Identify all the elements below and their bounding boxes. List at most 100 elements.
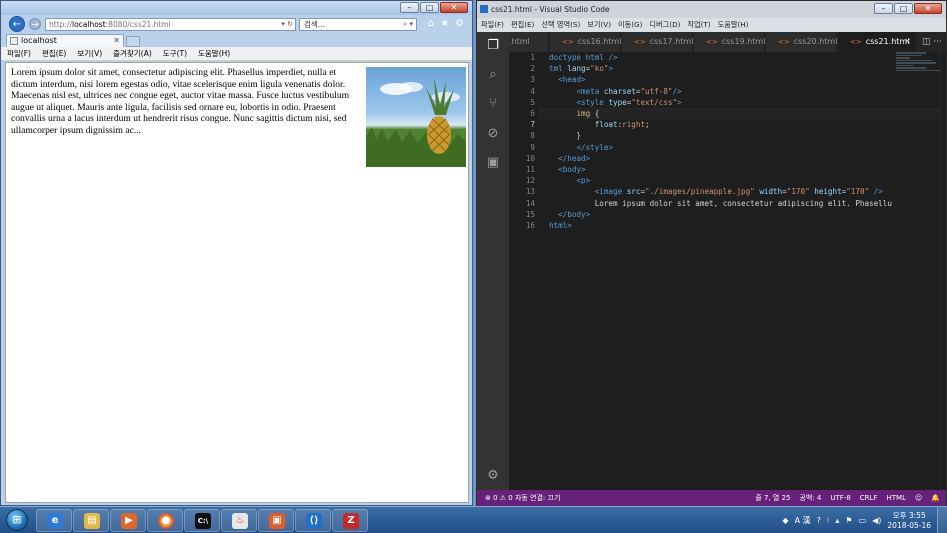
taskbar-chrome-icon[interactable]: ● (147, 509, 183, 532)
address-dropdown-refresh-icon[interactable]: ▾ ↻ (281, 19, 293, 30)
code-editor[interactable]: 1 doctype html /> 2 tml lang="ko"> 3 <head… (509, 52, 946, 490)
search-icon[interactable]: ⌕ (485, 67, 501, 83)
monitor-icon[interactable]: ▭ (859, 516, 867, 525)
vscode-menu-view[interactable]: 보기(V) (587, 18, 611, 32)
split-editor-icon[interactable]: ◫ (922, 37, 931, 47)
taskbar-editor-icon[interactable]: ▣ (258, 509, 294, 532)
taskbar-vscode-icon[interactable]: ⟨⟩ (295, 509, 331, 532)
page-favicon-icon (10, 37, 18, 45)
tab-close-icon[interactable]: ✕ (904, 32, 911, 52)
settings-icon[interactable]: ⁝ (827, 516, 830, 525)
status-language[interactable]: HTML (886, 490, 905, 506)
taskbar-explorer-icon[interactable]: ▤ (73, 509, 109, 532)
clock[interactable]: 오후 3:55 2018-05-16 (887, 511, 931, 531)
code-line: 3 <head> (530, 75, 586, 85)
vscode-app-icon (480, 5, 488, 13)
vscode-close-button[interactable]: ✕ (914, 3, 942, 14)
vscode-window-title: css21.html - Visual Studio Code (491, 5, 610, 14)
search-input[interactable]: 검색... ⌕ ▾ (299, 18, 417, 31)
menu-tools[interactable]: 도구(T) (163, 47, 187, 60)
code-line: 14 Lorem ipsum dolor sit amet, consectet… (525, 198, 892, 208)
system-tray: ◆ A 漢 ? ⁝ ▴ ⚑ ▭ ◀) 오후 3:55 2018-05-16 (782, 507, 931, 533)
tab-localhost[interactable]: localhost ✕ (6, 34, 124, 47)
tab-close-icon[interactable]: ✕ (113, 35, 120, 47)
vscode-minimize-button[interactable]: – (874, 3, 893, 14)
status-encoding[interactable]: UTF-8 (830, 490, 850, 506)
network-icon[interactable]: ◆ (782, 516, 788, 525)
search-icon[interactable]: ⌕ ▾ (403, 19, 413, 30)
vscode-menu-debug[interactable]: 디버그(D) (649, 18, 680, 32)
back-arrow-icon[interactable]: ← (9, 16, 25, 32)
forward-arrow-icon[interactable]: → (29, 18, 41, 30)
ie-navbar: ← → http://localhost:8080/css21.html ▾ ↻… (1, 15, 472, 33)
minimize-button[interactable]: – (400, 2, 419, 13)
ie-titlebar[interactable]: – □ ✕ (1, 1, 472, 15)
feedback-smiley-icon[interactable]: ☺ (915, 490, 922, 506)
ie-window: – □ ✕ ← → http://localhost:8080/css21.ht… (0, 0, 473, 506)
menu-file[interactable]: 파일(F) (7, 47, 31, 60)
vscode-menu-go[interactable]: 이동(G) (618, 18, 642, 32)
address-host: localhost (71, 20, 106, 29)
taskbar-filezilla-icon[interactable]: Z (332, 509, 368, 532)
menu-view[interactable]: 보기(V) (77, 47, 102, 60)
address-prefix: http:// (49, 20, 72, 29)
menu-help[interactable]: 도움말(H) (198, 47, 230, 60)
debug-icon[interactable]: ⊘ (485, 126, 501, 142)
notification-bell-icon[interactable]: 🔔 (931, 490, 940, 506)
close-button[interactable]: ✕ (440, 2, 468, 13)
page-paragraph: Lorem ipsum dolor sit amet, consectetur … (11, 67, 466, 167)
status-indentation[interactable]: 공백: 4 (799, 490, 821, 506)
tab-html[interactable]: .html (509, 32, 549, 52)
status-cursor-position[interactable]: 줄 7, 열 25 (755, 490, 790, 506)
show-desktop-button[interactable] (937, 507, 947, 533)
tab-label: .html (509, 37, 530, 46)
code-line: 11 <body> (525, 165, 586, 174)
status-right-items: 줄 7, 열 25 공백: 4 UTF-8 CRLF HTML ☺ 🔔 (755, 490, 940, 506)
tab-css20[interactable]: <> css20.html (766, 32, 837, 52)
taskbar-media-player-icon[interactable]: ▶ (110, 509, 146, 532)
tab-css16[interactable]: <> css16.html (550, 32, 621, 52)
status-bar: ⊗ 0 ⚠ 0 자동 연결: 끄기 줄 7, 열 25 공백: 4 UTF-8 … (477, 490, 946, 506)
code-line: 4 <meta charset="utf-8"/> (530, 86, 682, 96)
taskbar-java-icon[interactable]: ♨ (221, 509, 257, 532)
tab-css19[interactable]: <> css19.html (694, 32, 765, 52)
page-content: Lorem ipsum dolor sit amet, consectetur … (5, 62, 469, 503)
explorer-files-icon[interactable]: ❐ (485, 38, 501, 54)
menu-favorites[interactable]: 즐겨찾기(A) (113, 47, 152, 60)
tab-label: css20.html (793, 37, 838, 46)
vscode-menu-edit[interactable]: 편집(E) (511, 18, 534, 32)
help-icon[interactable]: ? (817, 516, 821, 525)
source-control-icon[interactable]: ⑂ (485, 96, 501, 112)
menu-edit[interactable]: 편집(E) (42, 47, 66, 60)
minimap[interactable] (896, 52, 944, 78)
start-button[interactable]: ⊞ (6, 509, 28, 531)
extensions-icon[interactable]: ▣ (485, 155, 501, 171)
new-tab-button[interactable] (126, 36, 140, 47)
vscode-menu-file[interactable]: 파일(F) (481, 18, 504, 32)
settings-gear-icon[interactable]: ⚙ (485, 468, 501, 484)
more-actions-icon[interactable]: ··· (933, 37, 942, 47)
taskbar-ie-icon[interactable]: e (36, 509, 72, 532)
maximize-button[interactable]: □ (420, 2, 439, 13)
vscode-menu-help[interactable]: 도움말(H) (718, 18, 749, 32)
taskbar-cmd-icon[interactable]: C:\ (184, 509, 220, 532)
favorites-star-icon[interactable]: ★ (440, 18, 449, 29)
vscode-menu-selection[interactable]: 선택 영역(S) (541, 18, 580, 32)
flag-icon[interactable]: ⚑ (845, 516, 852, 525)
vscode-maximize-button[interactable]: □ (894, 3, 913, 14)
html-file-icon: <> (850, 38, 862, 46)
home-icon[interactable]: ⌂ (428, 18, 434, 29)
tab-css17[interactable]: <> css17.html (622, 32, 693, 52)
tray-expand-icon[interactable]: ▴ (835, 516, 839, 525)
status-problems[interactable]: ⊗ 0 ⚠ 0 자동 연결: 끄기 (485, 490, 560, 506)
volume-icon[interactable]: ◀) (872, 516, 881, 525)
vscode-menu-tasks[interactable]: 작업(T) (687, 18, 710, 32)
address-bar[interactable]: http://localhost:8080/css21.html ▾ ↻ (45, 18, 296, 31)
vscode-titlebar[interactable]: css21.html - Visual Studio Code – □ ✕ (477, 1, 946, 18)
tab-css21[interactable]: <> css21.html ✕ (838, 32, 916, 52)
ime-indicator[interactable]: A 漢 (795, 515, 811, 526)
editor-scrollbar[interactable] (940, 52, 946, 490)
gear-icon[interactable]: ⚙ (455, 18, 464, 29)
activity-bar: ❐ ⌕ ⑂ ⊘ ▣ ⚙ (477, 32, 509, 490)
status-eol[interactable]: CRLF (860, 490, 878, 506)
